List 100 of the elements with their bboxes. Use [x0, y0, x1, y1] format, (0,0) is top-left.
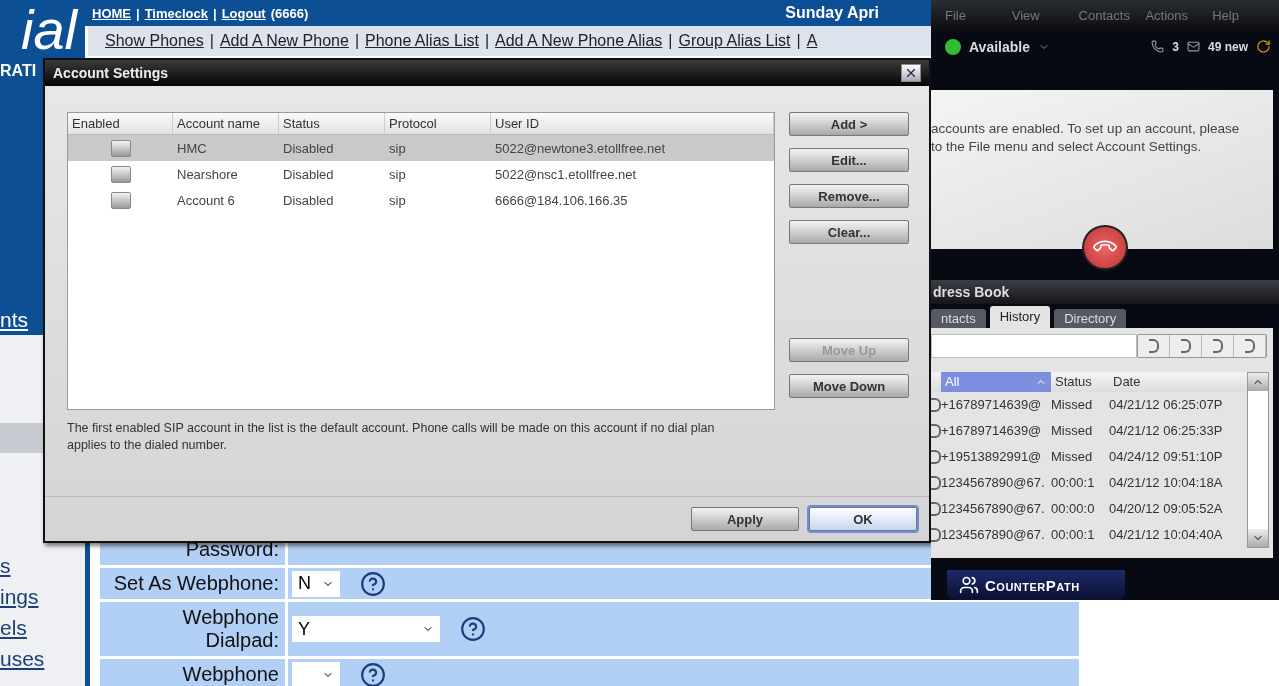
table-cell-text: 1234567890@67.: [941, 501, 1046, 517]
call-icon: [931, 501, 941, 516]
separator: |: [209, 32, 214, 50]
tab[interactable]: ntacts: [931, 308, 986, 328]
brand-name: CounterPath: [985, 576, 1080, 594]
sidebar-link[interactable]: uses: [0, 643, 45, 674]
nav-link[interactable]: Group Alias List: [678, 32, 791, 50]
window-title: Account Settings: [53, 65, 169, 81]
nav-link[interactable]: Add A New Phone: [219, 32, 349, 50]
menu-item[interactable]: File: [945, 8, 1012, 24]
table-cell-text: 04/21/12 06:25:07P: [1109, 397, 1224, 413]
table-cell-text: HMC: [176, 140, 208, 156]
sidebar-link[interactable]: ings: [0, 581, 39, 612]
column-header[interactable]: Date: [1109, 371, 1247, 392]
search-field[interactable]: [931, 333, 1137, 358]
mail-icon: [1186, 40, 1200, 54]
table-cell-text: sip: [388, 192, 407, 208]
action-button[interactable]: Edit...: [789, 148, 909, 172]
menu-item[interactable]: Actions: [1145, 8, 1213, 24]
table-cell-text: 00:00:0: [1051, 501, 1096, 517]
column-header[interactable]: User ID: [491, 113, 774, 134]
tab[interactable]: History: [989, 305, 1051, 328]
table-cell-text: +19513892991@: [941, 449, 1043, 465]
phone-icon: [1151, 40, 1165, 54]
header-link[interactable]: Timeclock: [144, 5, 208, 21]
table-cell-text: 04/21/12 10:04:18A: [1109, 475, 1224, 491]
table-cell-text: Disabled: [282, 192, 335, 208]
call-icon: [931, 423, 941, 438]
table-cell-text: 5022@nsc1.etollfree.net: [494, 166, 638, 182]
refresh-icon[interactable]: [1256, 39, 1271, 55]
checkbox[interactable]: [110, 191, 131, 209]
checkbox[interactable]: [110, 165, 131, 183]
info-text: The first enabled SIP account in the list is the default account. Phone calls will be made on this account if no dial plan applies to the dialed number.: [67, 420, 716, 454]
presence-dropdown[interactable]: Available: [945, 38, 1050, 55]
separator: |: [136, 5, 140, 21]
action-button[interactable]: Remove...: [789, 184, 909, 208]
tab[interactable]: Directory: [1054, 308, 1127, 328]
table-cell-text: Disabled: [282, 166, 335, 182]
action-button[interactable]: Clear...: [789, 220, 909, 244]
separator: |: [484, 32, 490, 50]
separator: |: [354, 32, 360, 50]
field-label: Webphone: [100, 659, 285, 686]
table-cell-text: 00:00:1: [1051, 527, 1096, 543]
menu-item[interactable]: Help: [1212, 8, 1279, 24]
help-icon[interactable]: [360, 570, 386, 597]
table-cell-text: sip: [388, 140, 407, 156]
table-cell-text: 5022@newtone3.etollfree.net: [494, 140, 667, 156]
sidebar-link[interactable]: nts: [0, 304, 28, 335]
table-cell-text: Missed: [1051, 397, 1094, 413]
table-cell-text: 04/21/12 10:04:40A: [1109, 527, 1224, 543]
missed-count: 3: [1172, 39, 1179, 54]
separator: |: [213, 5, 217, 21]
menu-item[interactable]: View: [1011, 8, 1079, 24]
select-field[interactable]: Y: [292, 616, 440, 642]
table-cell-text: 1234567890@67.: [941, 527, 1046, 543]
table-cell-text: 6666@184.106.166.35: [494, 192, 629, 208]
column-header[interactable]: Account name: [173, 113, 279, 134]
dialog-button[interactable]: Apply: [691, 507, 799, 531]
table-cell-text: Nearshore: [176, 166, 239, 182]
call-icon: [931, 527, 941, 542]
action-button[interactable]: Add >: [789, 112, 909, 136]
logo-text: ial: [19, 0, 79, 60]
call-icon: [931, 449, 941, 464]
table-cell-text: 04/21/12 06:25:33P: [1109, 423, 1224, 439]
dialog-button[interactable]: OK: [809, 507, 917, 531]
scrollbar[interactable]: [1247, 371, 1269, 548]
move-button[interactable]: Move Down: [789, 374, 909, 398]
nav-link[interactable]: Show Phones: [105, 32, 204, 50]
table-cell-text: Disabled: [282, 140, 335, 156]
menu-item[interactable]: Contacts: [1078, 8, 1146, 24]
table-cell-text: +16789714639@: [941, 397, 1043, 413]
nav-link[interactable]: Phone Alias List: [365, 32, 479, 50]
column-header[interactable]: Protocol: [385, 113, 491, 134]
table-cell-text: Missed: [1051, 449, 1094, 465]
close-button[interactable]: [901, 64, 921, 82]
select-field[interactable]: [292, 661, 340, 686]
message-text: accounts are enabled. To set up an account, please: [931, 119, 1241, 138]
user-id: (6666): [270, 5, 309, 21]
logo-subtitle: RATI: [0, 61, 37, 81]
table-cell-text: sip: [388, 166, 407, 182]
header-link[interactable]: HOME: [92, 5, 131, 21]
column-header[interactable]: Status: [279, 113, 385, 134]
column-header[interactable]: Status: [1051, 371, 1109, 392]
message-text: to the File menu and select Account Settings.: [931, 137, 1203, 156]
table-cell-text: 04/20/12 09:05:52A: [1109, 501, 1224, 517]
account-row[interactable]: HMC Disabled sip 5022@newtone3.etollfree.net: [68, 135, 774, 161]
table-cell-text: Account 6: [176, 192, 236, 208]
select-field[interactable]: N: [292, 570, 340, 597]
call-icon: [931, 397, 941, 412]
help-icon[interactable]: [360, 661, 386, 686]
nav-link[interactable]: A: [806, 32, 818, 50]
sidebar-link[interactable]: s: [0, 550, 11, 581]
help-icon[interactable]: [460, 616, 486, 642]
header-link[interactable]: Logout: [221, 5, 266, 21]
date-text: Sunday Apri: [785, 4, 879, 22]
sidebar-link[interactable]: els: [0, 612, 27, 643]
call-icon: [931, 475, 941, 490]
nav-link[interactable]: Add A New Phone Alias: [495, 32, 663, 50]
checkbox[interactable]: [110, 139, 131, 157]
column-header[interactable]: Enabled: [68, 113, 173, 134]
